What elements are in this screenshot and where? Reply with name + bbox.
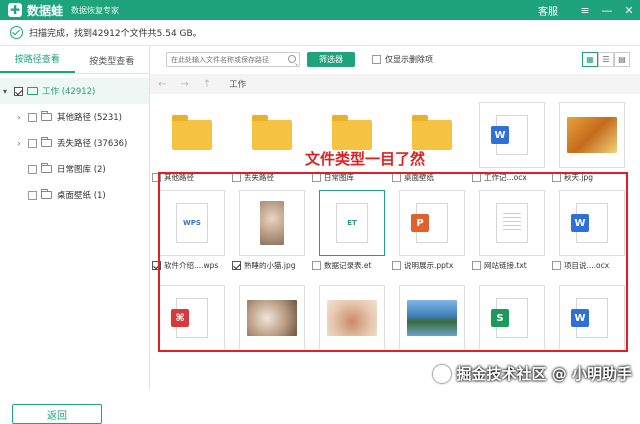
minimize-icon[interactable]: — — [596, 4, 618, 17]
file-tile[interactable]: 其他路径 — [152, 102, 226, 183]
file-tile[interactable]: 桌面壁纸 — [392, 102, 466, 183]
annotation-text: 文件类型一目了然 — [305, 150, 426, 168]
title-bar: ✚ 数据蛙 数据恢复专家 客服 ≡ — ✕ — [0, 0, 640, 20]
tree-checkbox[interactable] — [28, 190, 37, 200]
path-navigation-bar: ← → ↑ 工作 — [150, 74, 640, 94]
watermark: 掘金技术社区 @ 小明助手 — [427, 363, 632, 384]
nav-up-icon[interactable]: ↑ — [203, 79, 211, 90]
close-icon[interactable]: ✕ — [618, 4, 640, 17]
list-view-icon[interactable]: ☰ — [598, 52, 614, 67]
chevron-right-icon[interactable]: › — [14, 113, 24, 122]
folder-icon — [412, 115, 452, 150]
tree-checkbox[interactable] — [28, 138, 37, 148]
folder-icon — [332, 115, 372, 150]
app-subtitle: 数据恢复专家 — [71, 5, 120, 15]
file-tile[interactable]: W 工作记...ocx — [472, 102, 546, 183]
tree-item-label: 其他路径 (5231) — [57, 113, 122, 123]
tree-root-work[interactable]: ▾ 工作 (42912) — [0, 78, 149, 104]
folder-icon — [172, 115, 212, 150]
check-circle-icon — [10, 26, 23, 39]
nav-back-icon[interactable]: ← — [158, 79, 166, 90]
deleted-only-checkbox[interactable] — [372, 55, 381, 64]
drive-icon — [27, 87, 38, 95]
file-row: 其他路径 丢失路径 日常图库 桌面壁纸 W 工作记...ocx 秋天.jpg — [152, 102, 638, 183]
deleted-only-label: 仅显示删除项 — [385, 55, 433, 64]
grid-view-icon[interactable]: ▦ — [582, 52, 598, 67]
nav-forward-icon[interactable]: → — [180, 79, 188, 90]
toolbar: 筛选器 仅显示删除项 ▦ ☰ ▤ — [150, 46, 640, 74]
folder-icon — [41, 163, 52, 173]
view-mode-buttons: ▦ ☰ ▤ — [582, 52, 630, 67]
menu-icon[interactable]: ≡ — [574, 4, 596, 17]
scan-status-bar: 扫描完成，找到42912个文件共5.54 GB。 — [0, 20, 640, 46]
folder-icon — [41, 189, 52, 199]
frog-logo-icon: ✚ — [8, 3, 22, 17]
app-name: 数据蛙 — [27, 3, 64, 18]
tree-item-daily-gallery[interactable]: 日常图库 (2) — [0, 156, 149, 182]
search-icon[interactable] — [288, 55, 296, 63]
left-panel: 按路径查看 按类型查看 ▾ 工作 (42912) › 其他路径 (5231) ›… — [0, 46, 150, 424]
current-path: 工作 — [229, 80, 247, 90]
tree-item-wallpaper[interactable]: 桌面壁纸 (1) — [0, 182, 149, 208]
tree-checkbox[interactable] — [28, 112, 37, 122]
annotation-highlight-box — [158, 172, 628, 352]
folder-icon — [41, 111, 52, 121]
word-doc-icon: W — [491, 115, 528, 155]
chevron-right-icon[interactable]: › — [14, 139, 24, 148]
tree-root-label: 工作 (42912) — [42, 87, 96, 97]
file-tile[interactable]: 丢失路径 — [232, 102, 306, 183]
filter-button[interactable]: 筛选器 — [307, 52, 355, 67]
tab-by-path[interactable]: 按路径查看 — [0, 52, 75, 73]
app-logo: ✚ 数据蛙 数据恢复专家 — [8, 2, 119, 19]
tree-item-lost-paths[interactable]: › 丢失路径 (37636) — [0, 130, 149, 156]
folder-icon — [252, 115, 292, 150]
tree-item-label: 日常图库 (2) — [57, 165, 106, 175]
folder-tree: ▾ 工作 (42912) › 其他路径 (5231) › 丢失路径 (37636… — [0, 74, 149, 208]
watermark-logo-icon — [432, 364, 451, 383]
deleted-only-toggle[interactable]: 仅显示删除项 — [368, 54, 433, 65]
tree-checkbox[interactable] — [28, 164, 37, 174]
tree-checkbox[interactable] — [14, 86, 23, 96]
watermark-text: 掘金技术社区 @ 小明助手 — [456, 365, 632, 383]
file-thumbnail[interactable] — [239, 102, 305, 168]
scan-status-text: 扫描完成，找到42912个文件共5.54 GB。 — [29, 29, 202, 39]
back-button[interactable]: 返回 — [12, 404, 102, 424]
tree-item-label: 桌面壁纸 (1) — [57, 191, 106, 201]
file-thumbnail[interactable] — [559, 102, 625, 168]
support-link[interactable]: 客服 — [538, 3, 558, 18]
tree-item-other-paths[interactable]: › 其他路径 (5231) — [0, 104, 149, 130]
detail-view-icon[interactable]: ▤ — [614, 52, 630, 67]
file-tile[interactable]: 日常图库 — [312, 102, 386, 183]
tab-by-type[interactable]: 按类型查看 — [75, 54, 150, 73]
file-thumbnail[interactable]: W — [479, 102, 545, 168]
autumn-photo-thumbnail — [567, 117, 617, 153]
view-tabs: 按路径查看 按类型查看 — [0, 46, 149, 74]
search-box[interactable] — [166, 52, 300, 67]
file-tile[interactable]: 秋天.jpg — [552, 102, 626, 183]
file-thumbnail[interactable] — [159, 102, 225, 168]
chevron-down-icon[interactable]: ▾ — [0, 87, 10, 96]
search-input[interactable] — [171, 55, 291, 64]
folder-icon — [41, 137, 52, 147]
tree-item-label: 丢失路径 (37636) — [57, 139, 128, 149]
